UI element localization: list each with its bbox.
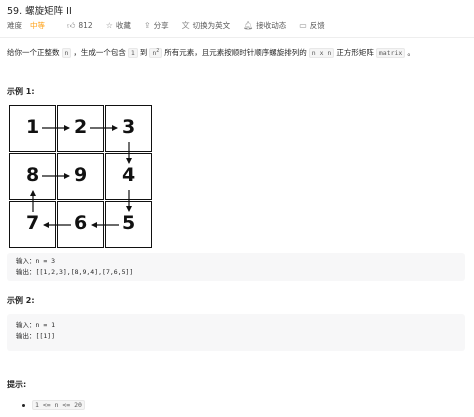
- hints-heading: 提示:: [7, 380, 27, 389]
- favorite-label: 收藏: [115, 21, 131, 30]
- notify-button[interactable]: 🔔︎ 接收动态: [243, 20, 286, 31]
- desc-text: 所有元素，且元素按顺时针顺序螺旋排列的: [164, 48, 307, 58]
- switch-language-label: 切换为英文: [192, 21, 231, 30]
- desc-text: 正方形矩阵: [336, 48, 374, 58]
- favorite-button[interactable]: ☆ 收藏: [106, 20, 131, 31]
- thumbs-up-icon: 👍︎: [67, 20, 76, 30]
- problem-description: 给你一个正整数 n ，生成一个包含 1 到 n2 所有元素，且元素按顺时针顺序螺旋排列的 n …: [7, 45, 469, 60]
- spiral-arrows: [30, 125, 132, 228]
- notify-label: 接收动态: [256, 21, 287, 30]
- spiral-matrix-figure: 1 2 3 8 9 4 7 6 5: [9, 105, 153, 249]
- difficulty-label: 难度: [7, 21, 22, 30]
- example-1-code-block: 输入：n = 3 输出：[[1,2,3],[8,9,4],[7,6,5]]: [7, 253, 465, 281]
- share-button[interactable]: ⇪ 分享: [144, 20, 169, 31]
- bullet-dot: [22, 403, 25, 407]
- code-n: n: [61, 48, 72, 59]
- desc-text: 到: [139, 48, 148, 58]
- code-1: 1: [127, 48, 138, 59]
- switch-language-button[interactable]: 文 切换为英文: [182, 20, 231, 31]
- feedback-icon: ▭: [299, 20, 307, 30]
- example-2-code-block: 输入：n = 1 输出：[[1]]: [7, 314, 465, 351]
- example-2-input: 输入：n = 1: [16, 321, 56, 329]
- code-n-x-n: n x n: [308, 48, 335, 59]
- feedback-button[interactable]: ▭ 反馈: [299, 20, 325, 31]
- example-1-input: 输入：n = 3: [16, 257, 56, 265]
- like-count: 812: [78, 21, 93, 30]
- code-matrix: matrix: [375, 48, 406, 59]
- share-label: 分享: [153, 21, 169, 30]
- constraint-code: 1 <= n <= 20: [32, 400, 85, 410]
- like-button[interactable]: 👍︎ 812: [67, 21, 93, 30]
- example-2-output: 输出：[[1]]: [16, 332, 56, 340]
- code-n-squared-exp: 2: [156, 48, 160, 54]
- problem-meta-bar: 难度 中等 👍︎ 812 ☆ 收藏 ⇪ 分享 文 切换为英文 🔔︎ 接收动态 ▭…: [7, 19, 325, 32]
- desc-text: 。: [407, 48, 415, 58]
- example-1-heading: 示例 1:: [7, 87, 35, 96]
- feedback-label: 反馈: [309, 21, 325, 30]
- translate-icon: 文: [181, 20, 190, 30]
- desc-text: ，生成一个包含: [73, 48, 126, 58]
- desc-text: 给你一个正整数: [7, 48, 60, 58]
- example-2-heading: 示例 2:: [7, 296, 35, 305]
- star-icon: ☆: [105, 20, 113, 30]
- header-divider: [0, 37, 474, 38]
- difficulty-badge: 中等: [30, 21, 45, 30]
- bell-icon: 🔔︎: [243, 20, 254, 30]
- example-1-output: 输出：[[1,2,3],[8,9,4],[7,6,5]]: [16, 268, 134, 276]
- share-icon: ⇪: [143, 20, 151, 30]
- code-n-squared: n2: [149, 48, 163, 59]
- constraint-item: 1 <= n <= 20: [22, 400, 87, 410]
- problem-title: 59. 螺旋矩阵 II: [7, 6, 72, 17]
